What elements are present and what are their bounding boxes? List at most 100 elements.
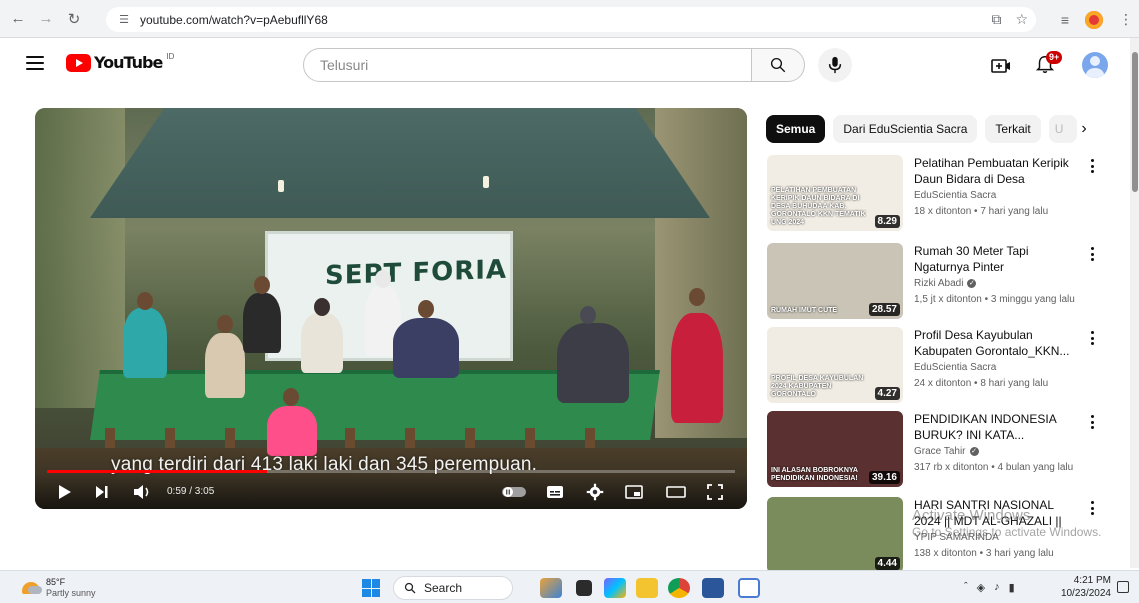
search-placeholder: Telusuri (320, 57, 369, 73)
recommendation-item[interactable]: PROFIL DESA KAYUBULAN 2024 KABUPATEN GOR… (767, 327, 1107, 405)
video-thumbnail[interactable]: RUMAH IMUT CUTE 28.57 (767, 243, 903, 319)
taskbar-app-paint-icon[interactable] (738, 578, 760, 598)
video-thumbnail[interactable]: 4.44 (767, 497, 903, 573)
search-input[interactable]: Telusuri (303, 48, 752, 82)
thumbnail-text: INI ALASAN BOBROKNYA PENDIDIKAN INDONESI… (771, 467, 858, 482)
site-info-icon[interactable]: ☰ (116, 12, 132, 28)
video-player[interactable]: SEPT FORIA yang terdiri dari 413 laki la… (35, 108, 747, 509)
battery-icon[interactable]: ▮ (1009, 581, 1015, 594)
page-scrollbar[interactable] (1130, 38, 1139, 568)
autoplay-toggle[interactable] (501, 482, 527, 502)
fullscreen-icon[interactable] (705, 482, 725, 502)
reload-icon[interactable]: ↻ (62, 7, 86, 31)
watermark-title: Activate Windows (912, 507, 1031, 524)
taskbar-app-copilot-icon[interactable] (604, 578, 626, 598)
taskbar-app-chrome-icon[interactable] (668, 578, 690, 598)
recommendation-item[interactable]: INI ALASAN BOBROKNYA PENDIDIKAN INDONESI… (767, 411, 1107, 489)
video-title[interactable]: PENDIDIKAN INDONESIA BURUK? INI KATA... (914, 411, 1082, 443)
channel-name[interactable]: EduScientia Sacra (914, 190, 996, 201)
video-thumbnail[interactable]: PROFIL DESA KAYUBULAN 2024 KABUPATEN GOR… (767, 327, 903, 403)
more-options-icon[interactable] (1086, 245, 1098, 263)
activate-windows-watermark: Activate Windows Go to Settings to activ… (912, 507, 1101, 541)
recommendation-item[interactable]: RUMAH IMUT CUTE 28.57 Rumah 30 Meter Tapi … (767, 243, 1107, 321)
address-bar[interactable]: ☰ youtube.com/watch?v=pAebufllY68 ⧉ ☆ (106, 7, 1036, 32)
channel-name-row: Grace Tahir ✓ (914, 446, 979, 457)
video-thumbnail[interactable]: PELATIHAN PEMBUATAN KERIPIK DAUN BIDARA … (767, 155, 903, 231)
taskbar-app-news-icon[interactable] (540, 578, 562, 598)
more-options-icon[interactable] (1086, 329, 1098, 347)
chip-from-channel[interactable]: Dari EduScientia Sacra (833, 115, 978, 143)
video-frame-person-head (137, 292, 153, 310)
video-duration: 4.44 (874, 557, 900, 570)
profile-icon[interactable] (1085, 10, 1103, 29)
video-meta: 138 x ditonton • 3 hari yang lalu (914, 548, 1054, 559)
chip-all[interactable]: Semua (766, 115, 826, 143)
miniplayer-icon[interactable] (623, 482, 645, 502)
create-icon (991, 59, 1010, 73)
video-frame-tent (90, 108, 710, 218)
clock-time: 4:21 PM (1073, 575, 1111, 586)
video-frame-person (557, 323, 629, 403)
wifi-icon[interactable]: ◈ (977, 581, 985, 594)
chevron-right-icon[interactable]: › (1070, 115, 1098, 143)
channel-name-row: EduScientia Sacra (914, 190, 996, 201)
taskbar-search[interactable]: Search (393, 576, 513, 600)
create-video-button[interactable] (987, 52, 1015, 80)
video-duration: 4.27 (874, 387, 900, 400)
logo-text: YouTube (94, 53, 163, 72)
settings-gear-icon[interactable] (585, 482, 605, 502)
bookmark-star-icon[interactable]: ☆ (1015, 11, 1028, 28)
chevron-up-icon[interactable]: ˆ (964, 581, 968, 594)
scrollbar-thumb[interactable] (1132, 52, 1138, 192)
player-controls: 0:59 / 3:05 (35, 474, 747, 509)
more-options-icon[interactable] (1086, 157, 1098, 175)
thumbnail-text: RUMAH IMUT CUTE (771, 307, 838, 314)
channel-name[interactable]: Grace Tahir (914, 446, 966, 457)
youtube-header: YouTube ID Telusuri 9+ (0, 38, 1139, 92)
chrome-menu-icon[interactable]: ⋮ (1119, 11, 1133, 28)
notifications-button[interactable]: 9+ (1034, 50, 1066, 80)
browser-toolbar: ← → ↻ ☰ youtube.com/watch?v=pAebufllY68 … (0, 0, 1139, 38)
account-avatar[interactable] (1082, 52, 1108, 78)
taskbar-app-word-icon[interactable] (702, 578, 724, 598)
media-controls-icon[interactable]: ≡ (1061, 12, 1069, 28)
video-title[interactable]: Pelatihan Pembuatan Keripik Daun Bidara … (914, 155, 1082, 187)
search-icon (404, 582, 416, 594)
more-options-icon[interactable] (1086, 413, 1098, 431)
channel-name[interactable]: Rizki Abadi (914, 278, 963, 289)
subtitles-icon[interactable] (545, 482, 565, 502)
partly-sunny-icon (22, 582, 42, 594)
video-title[interactable]: Profil Desa Kayubulan Kabupaten Gorontal… (914, 327, 1082, 359)
microphone-icon (828, 56, 842, 74)
volume-icon[interactable] (133, 482, 151, 502)
weather-widget[interactable]: 85°F Partly sunny (22, 577, 96, 599)
search-button[interactable] (751, 48, 805, 82)
youtube-logo[interactable]: YouTube ID (66, 52, 174, 72)
video-frame-person (393, 318, 459, 378)
play-icon[interactable] (57, 482, 73, 502)
video-frame-person (205, 333, 245, 398)
channel-name[interactable]: EduScientia Sacra (914, 362, 996, 373)
recommendation-item[interactable]: PELATIHAN PEMBUATAN KERIPIK DAUN BIDARA … (767, 155, 1107, 233)
taskbar-app-file-explorer-icon[interactable] (636, 578, 658, 598)
video-frame-person-head (254, 276, 270, 294)
chip-related[interactable]: Terkait (985, 115, 1041, 143)
video-thumbnail[interactable]: INI ALASAN BOBROKNYA PENDIDIKAN INDONESI… (767, 411, 903, 487)
voice-search-button[interactable] (818, 48, 852, 82)
next-video-icon[interactable] (93, 482, 111, 502)
back-arrow-icon[interactable]: ← (6, 7, 30, 31)
taskbar-clock[interactable]: 4:21 PM 10/23/2024 (1056, 574, 1111, 600)
video-progress-bar[interactable] (47, 470, 735, 473)
taskbar-app-task-view-icon[interactable] (576, 580, 592, 596)
speaker-icon[interactable]: ♪ (994, 581, 1000, 594)
theater-mode-icon[interactable] (665, 482, 687, 502)
install-app-icon[interactable]: ⧉ (991, 11, 1001, 28)
video-duration: 39.16 (868, 471, 900, 484)
menu-icon[interactable] (26, 56, 44, 70)
windows-start-icon[interactable] (362, 579, 380, 597)
video-frame-person-head (689, 288, 705, 306)
forward-arrow-icon[interactable]: → (34, 7, 58, 31)
video-title[interactable]: Rumah 30 Meter Tapi Ngaturnya Pinter (914, 243, 1082, 275)
video-frame-person (123, 308, 167, 378)
notification-center-icon[interactable] (1117, 581, 1129, 593)
